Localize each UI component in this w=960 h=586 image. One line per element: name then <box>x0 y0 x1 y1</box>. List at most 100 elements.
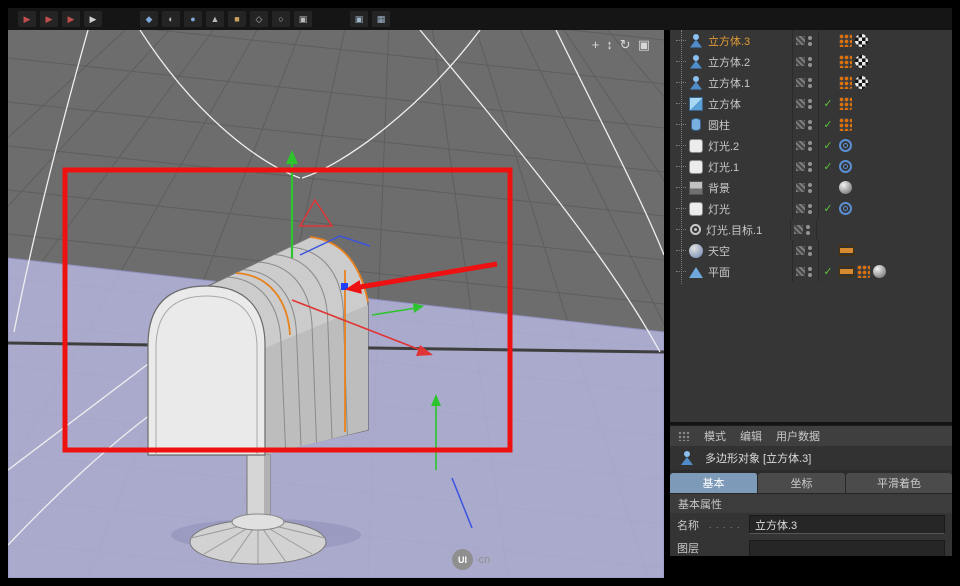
uv-tag-icon[interactable] <box>839 97 852 110</box>
toolbar-icon[interactable]: ▶ <box>84 11 102 27</box>
uv-tag-icon[interactable] <box>839 76 852 89</box>
name-input[interactable]: 立方体.3 <box>749 515 945 534</box>
uv-tag-icon[interactable] <box>839 55 852 68</box>
visibility-dots-icon[interactable] <box>808 204 812 214</box>
visibility-toggles[interactable] <box>792 72 819 93</box>
film-tag-icon[interactable] <box>839 245 854 256</box>
tab-userdata[interactable]: 用户数据 <box>776 428 820 444</box>
maximize-icon[interactable]: ▣ <box>638 38 650 52</box>
toolbar-icon[interactable]: ▦ <box>372 11 390 27</box>
visibility-dots-icon[interactable] <box>808 120 812 130</box>
enabled-check-icon[interactable]: ✓ <box>819 202 837 215</box>
layer-color-patch[interactable] <box>796 183 805 192</box>
film-tag-icon[interactable] <box>839 266 854 277</box>
bullseye-tag-icon[interactable] <box>839 160 852 173</box>
visibility-dots-icon[interactable] <box>808 267 812 277</box>
visibility-dots-icon[interactable] <box>806 225 810 235</box>
visibility-toggles[interactable] <box>792 198 819 219</box>
tab-edit[interactable]: 编辑 <box>740 428 762 444</box>
object-row[interactable]: 灯光.目标.1 <box>670 219 952 240</box>
layer-color-patch[interactable] <box>796 267 805 276</box>
visibility-toggles[interactable] <box>792 156 819 177</box>
bullseye-tag-icon[interactable] <box>839 202 852 215</box>
bullseye-tag-icon[interactable] <box>839 139 852 152</box>
uv-tag-icon[interactable] <box>839 34 852 47</box>
object-row[interactable]: 立方体.2 <box>670 51 952 72</box>
visibility-dots-icon[interactable] <box>808 99 812 109</box>
visibility-dots-icon[interactable] <box>808 141 812 151</box>
layer-color-patch[interactable] <box>796 204 805 213</box>
tab-mode[interactable]: 模式 <box>704 428 726 444</box>
visibility-toggles[interactable] <box>792 240 819 261</box>
checker-tag-icon[interactable] <box>855 55 868 68</box>
visibility-dots-icon[interactable] <box>808 246 812 256</box>
visibility-dots-icon[interactable] <box>808 78 812 88</box>
layer-color-patch[interactable] <box>796 162 805 171</box>
checker-tag-icon[interactable] <box>855 76 868 89</box>
toolbar-icon[interactable]: ■ <box>228 11 246 27</box>
rotate-icon[interactable]: ↻ <box>620 38 631 52</box>
toolbar-icon[interactable]: ▶ <box>62 11 80 27</box>
object-row[interactable]: 立方体.1 <box>670 72 952 93</box>
object-row[interactable]: 灯光✓ <box>670 198 952 219</box>
toolbar-icon[interactable]: ▣ <box>350 11 368 27</box>
enabled-check-icon[interactable]: ✓ <box>819 265 837 278</box>
layer-color-patch[interactable] <box>796 36 805 45</box>
scene-canvas[interactable] <box>8 30 664 578</box>
object-row[interactable]: 平面✓ <box>670 261 952 282</box>
layer-color-patch[interactable] <box>794 225 803 234</box>
toolbar-icon[interactable]: ▲ <box>206 11 224 27</box>
toolbar-icon[interactable]: ● <box>184 11 202 27</box>
visibility-dots-icon[interactable] <box>808 183 812 193</box>
visibility-toggles[interactable] <box>792 135 819 156</box>
visibility-toggles[interactable] <box>792 93 819 114</box>
layer-color-patch[interactable] <box>796 78 805 87</box>
subtab-coordinates[interactable]: 坐标 <box>758 473 846 493</box>
toolbar-icon[interactable]: ○ <box>272 11 290 27</box>
dolly-icon[interactable]: ↕ <box>606 38 613 52</box>
toolbar-icon[interactable]: ▶ <box>40 11 58 27</box>
toolbar-icon[interactable]: ◇ <box>250 11 268 27</box>
enabled-check-icon[interactable]: ✓ <box>819 118 837 131</box>
layer-color-patch[interactable] <box>796 141 805 150</box>
uv-tag-icon[interactable] <box>839 118 852 131</box>
sphere-tag-icon[interactable] <box>839 181 852 194</box>
visibility-toggles[interactable] <box>792 261 819 282</box>
pan-icon[interactable]: + <box>592 38 600 52</box>
visibility-toggles[interactable] <box>792 51 819 72</box>
viewport[interactable]: + ↕ ↻ ▣ <box>8 30 664 578</box>
toolbar-icon[interactable]: ▣ <box>294 11 312 27</box>
visibility-dots-icon[interactable] <box>808 162 812 172</box>
visibility-dots-icon[interactable] <box>808 36 812 46</box>
checker-tag-icon[interactable] <box>855 34 868 47</box>
visibility-toggles[interactable] <box>790 219 817 240</box>
subtab-phong[interactable]: 平滑着色 <box>846 473 952 493</box>
object-row[interactable]: 灯光.2✓ <box>670 135 952 156</box>
object-row[interactable]: 背景 <box>670 177 952 198</box>
enabled-check-icon[interactable]: ✓ <box>819 160 837 173</box>
visibility-dots-icon[interactable] <box>808 57 812 67</box>
layer-color-patch[interactable] <box>796 246 805 255</box>
toolbar-icon[interactable]: ◆ <box>140 11 158 27</box>
enabled-check-icon[interactable]: ✓ <box>819 139 837 152</box>
toolbar-icon[interactable]: ▶ <box>18 11 36 27</box>
sphere-tag-icon[interactable] <box>873 265 886 278</box>
object-row[interactable]: 立方体✓ <box>670 93 952 114</box>
object-row[interactable]: 圆柱✓ <box>670 114 952 135</box>
layer-dropdown[interactable] <box>749 540 945 556</box>
visibility-toggles[interactable] <box>792 177 819 198</box>
object-row[interactable]: 灯光.1✓ <box>670 156 952 177</box>
layer-color-patch[interactable] <box>796 57 805 66</box>
layer-color-patch[interactable] <box>796 99 805 108</box>
visibility-toggles[interactable] <box>792 30 819 51</box>
subtab-basic[interactable]: 基本 <box>670 473 758 493</box>
panel-menu-icon[interactable] <box>678 431 690 441</box>
enabled-check-icon[interactable]: ✓ <box>819 97 837 110</box>
uv-tag-icon[interactable] <box>857 265 870 278</box>
object-row[interactable]: 立方体.3 <box>670 30 952 51</box>
layer-color-patch[interactable] <box>796 120 805 129</box>
object-row[interactable]: 天空 <box>670 240 952 261</box>
object-manager[interactable]: 立方体.3立方体.2立方体.1立方体✓圆柱✓灯光.2✓灯光.1✓背景灯光✓灯光.… <box>670 30 952 425</box>
toolbar-icon[interactable]: ◐ <box>162 11 180 27</box>
visibility-toggles[interactable] <box>792 114 819 135</box>
